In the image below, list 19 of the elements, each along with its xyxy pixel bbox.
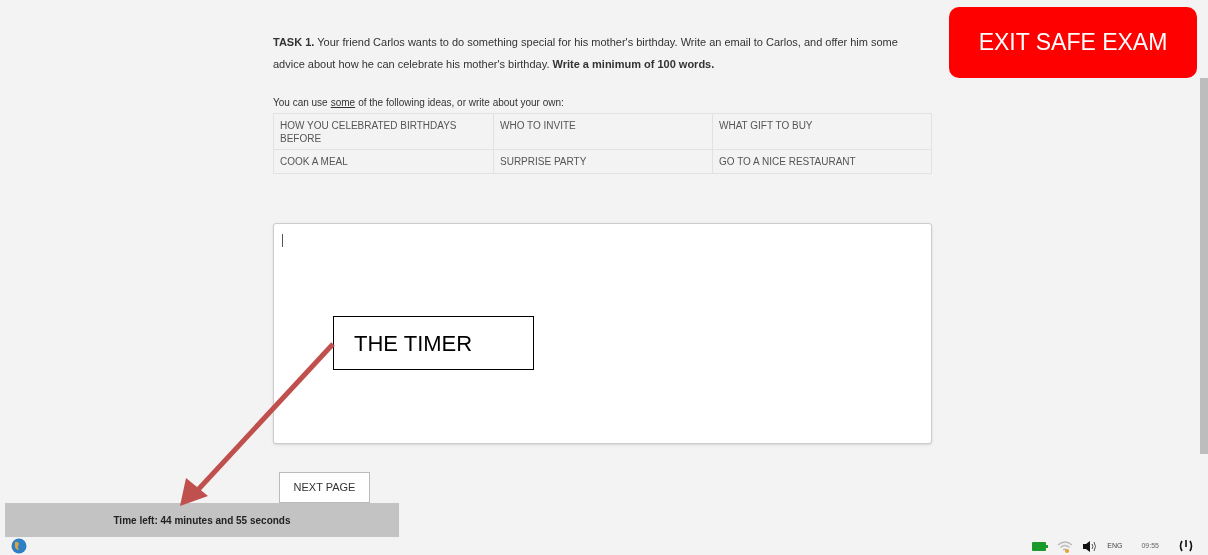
- globe-icon[interactable]: [10, 538, 28, 554]
- text-cursor: [282, 234, 283, 247]
- battery-icon[interactable]: [1032, 541, 1049, 551]
- exit-button[interactable]: EXIT SAFE EXAM: [949, 7, 1197, 78]
- callout-label: THE TIMER: [354, 329, 473, 358]
- ideas-intro: You can use: [273, 96, 328, 110]
- speaker-icon[interactable]: [1082, 539, 1099, 553]
- task-instructions: TASK 1. Your friend Carlos wants to do something special for his mother's birthday. Write an email to Carlos, and offer him some advice about how he can celebrate his mother's birthday. Write a minimum of 100 words.: [273, 35, 899, 72]
- timer-text: Time left: 44 minutes and 55 seconds: [113, 513, 291, 528]
- table-cell-text: HOW YOU CELEBRATED BIRTHDAYS BEFORE: [279, 119, 458, 146]
- table-cell-text: COOK A MEAL: [279, 155, 349, 169]
- table-cell: GO TO A NICE RESTAURANT: [712, 150, 931, 173]
- table-cell: WHO TO INVITE: [493, 114, 712, 149]
- ideas-intro: some: [330, 96, 356, 110]
- table-cell: WHAT GIFT TO BUY: [712, 114, 931, 149]
- power-icon[interactable]: [1178, 538, 1194, 554]
- table-cell: SURPRISE PARTY: [493, 150, 712, 173]
- next-page-button[interactable]: NEXT PAGE: [279, 472, 370, 503]
- ideas-intro: of the following ideas, or write about your own:: [358, 96, 564, 110]
